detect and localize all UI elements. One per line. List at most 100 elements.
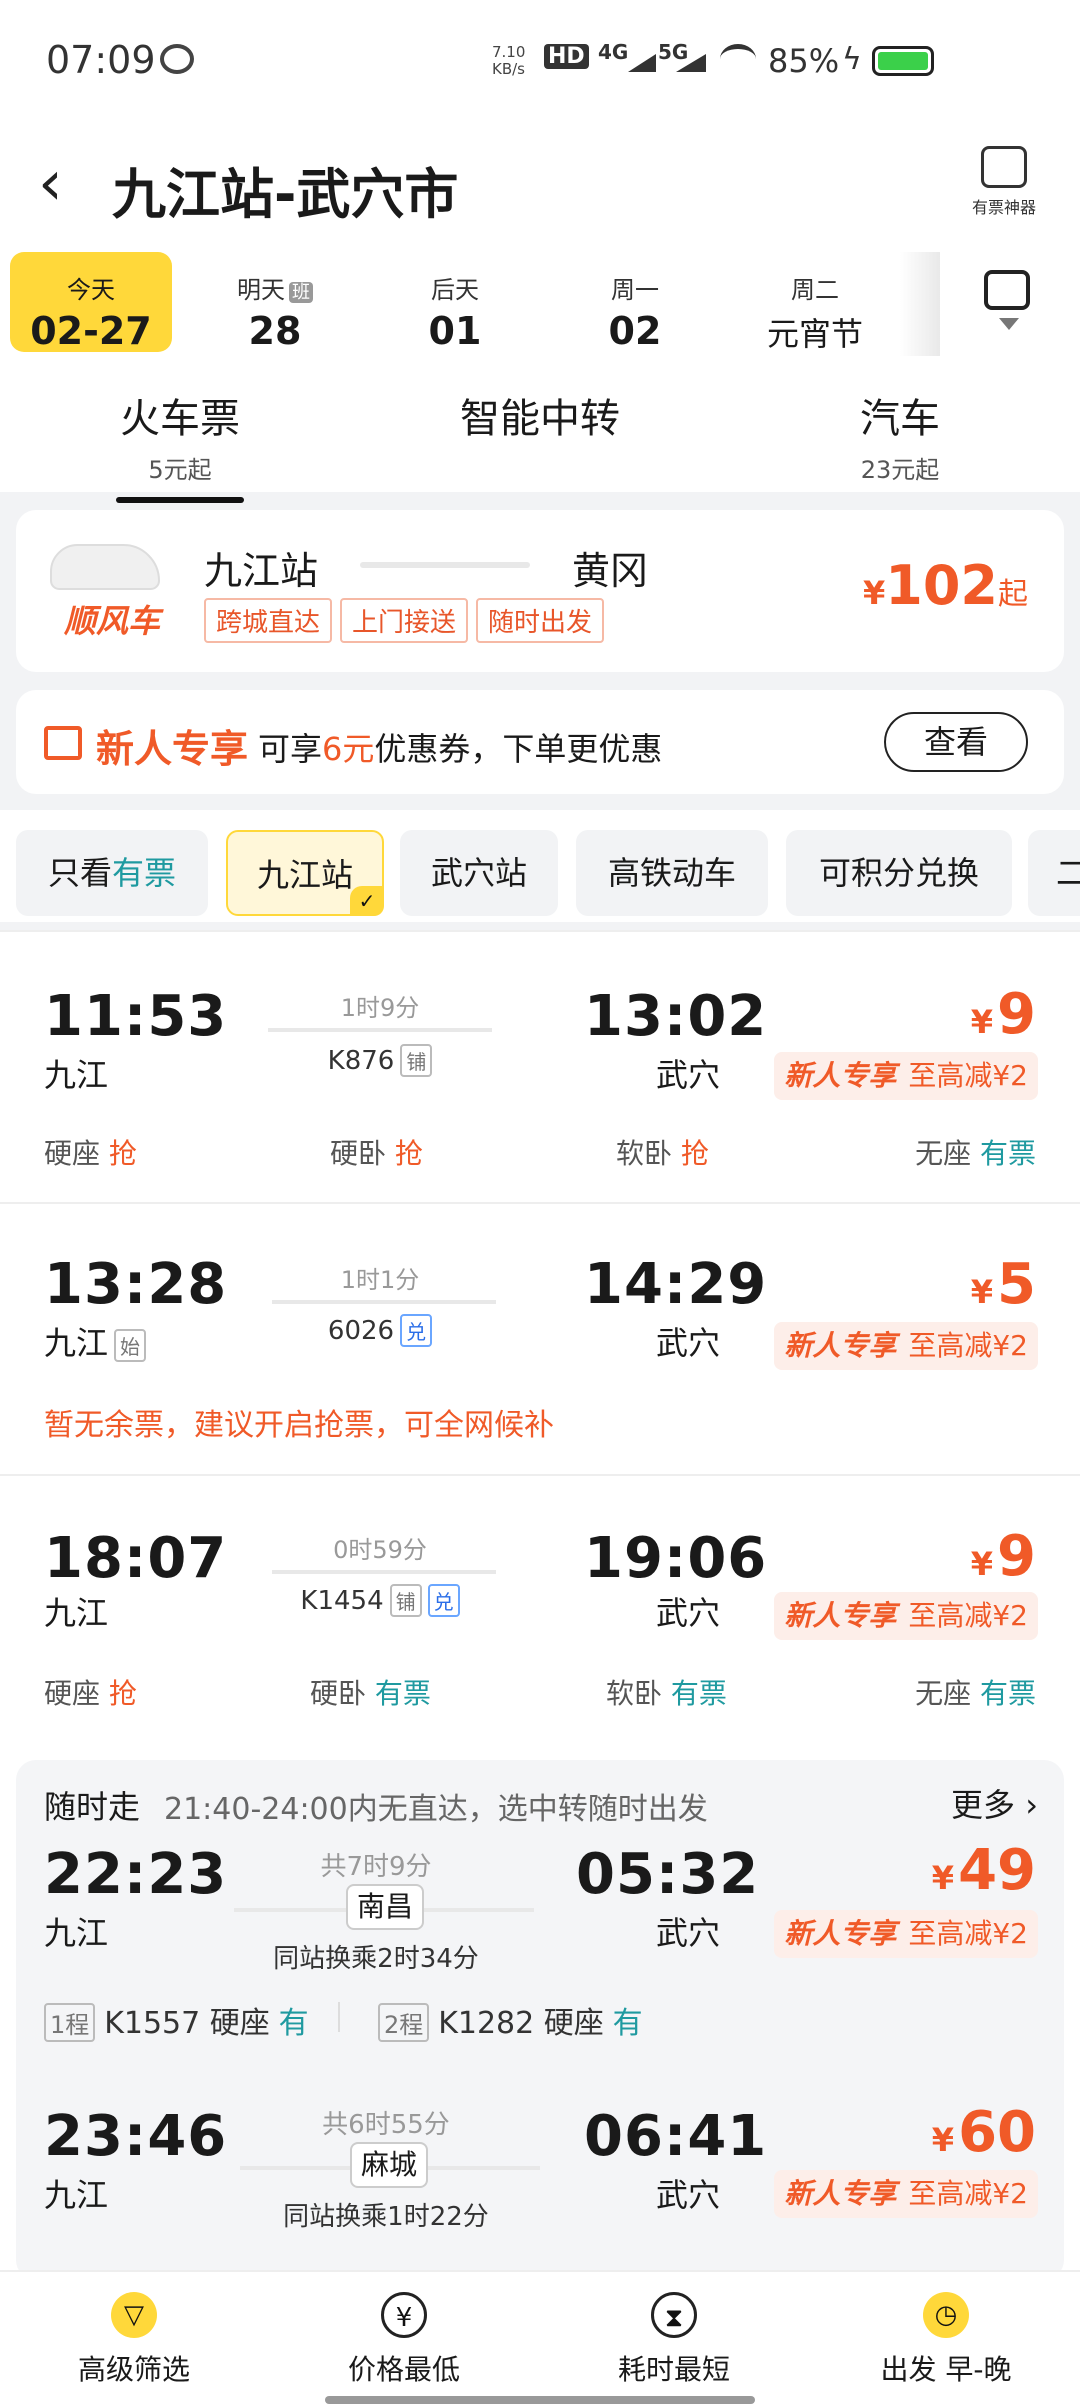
promo-title: 新人专享	[784, 1599, 897, 1632]
price-value: 60	[958, 2100, 1036, 2165]
leg-status: 有	[612, 2006, 643, 2041]
chip-label: 二	[1056, 854, 1080, 892]
date-today[interactable]: 今天 02-27	[10, 252, 172, 353]
ticket-tool-button[interactable]: 有票神器	[960, 146, 1048, 226]
price-value: 102	[885, 554, 998, 617]
seat-name: 软卧	[606, 1677, 663, 1710]
price-suffix: 起	[998, 577, 1028, 612]
price: ¥9	[970, 1524, 1036, 1589]
seat-name: 硬卧	[310, 1677, 367, 1710]
date-label: 周一	[611, 276, 659, 304]
date-tomorrow[interactable]: 明天班 28	[200, 252, 350, 353]
tab-sublabel: 5元起	[148, 456, 212, 484]
date-value: 02	[608, 309, 662, 353]
arrival-station: 武穴	[656, 1594, 721, 1632]
battery-icon	[872, 46, 934, 76]
train-row[interactable]: 18:07 九江 0时59分 K1454 铺兑 19:06 武穴 ¥9 新人专享至…	[0, 1474, 1080, 1744]
promo-text: 至高减¥2	[908, 1917, 1028, 1950]
date-label: 明天	[237, 276, 285, 304]
departure-time: 22:23	[44, 1842, 228, 1907]
train-tag: 兑	[400, 1314, 433, 1347]
train-row[interactable]: 13:28 九江始 1时1分 6026 兑 14:29 武穴 ¥5 新人专享 至高减…	[0, 1202, 1080, 1474]
arrival-station: 武穴	[656, 1914, 721, 1952]
promo-text: 至高减¥2	[908, 2177, 1028, 2210]
change-info: 同站换乘1时22分	[283, 2202, 489, 2232]
back-button[interactable]: ‹	[38, 148, 98, 218]
clock-icon: ◷	[923, 2292, 969, 2338]
departure-time: 13:28	[44, 1252, 228, 1317]
filter-high-speed[interactable]: 高铁动车	[576, 830, 768, 916]
seat-info: 硬座 抢	[44, 1672, 137, 1712]
seat-info: 硬卧 有票	[310, 1672, 431, 1712]
seat-info: 无座 有票	[915, 1132, 1036, 1172]
hd-icon: HD	[544, 44, 589, 69]
transport-tabs: 火车票 5元起 智能中转 汽车 23元起	[0, 356, 1080, 503]
price: ¥5	[970, 1252, 1036, 1317]
train-row[interactable]: 11:53 九江 1时9分 K876 铺 13:02 武穴 ¥9 新人专享 至高减¥…	[0, 930, 1080, 1202]
calendar-button[interactable]	[984, 270, 1034, 330]
seat-status: 抢	[680, 1137, 709, 1170]
chip-label: 高铁动车	[607, 854, 736, 892]
more-label: 更多	[951, 1786, 1016, 1824]
transfer-desc: 21:40-24:00内无直达，选中转随时出发	[164, 1792, 708, 1827]
train-tag: 兑	[427, 1584, 460, 1617]
train-tag: 铺	[389, 1584, 422, 1617]
signal-4g: 4G	[598, 40, 629, 64]
carpool-card[interactable]: 顺风车 九江站 黄冈 跨城直达 上门接送 随时出发 ¥102起	[16, 510, 1064, 672]
leg-tag: 2程	[378, 2003, 430, 2042]
date-tuesday[interactable]: 周二 元宵节	[740, 252, 890, 353]
carpool-tag: 跨城直达	[204, 598, 333, 643]
departure-station: 九江	[44, 1056, 109, 1094]
filter-only-available[interactable]: 只看有票	[16, 830, 208, 916]
filter-more[interactable]: 二	[1028, 830, 1080, 916]
view-button[interactable]: 查看	[884, 712, 1028, 772]
filter-icon: ▽	[111, 2292, 157, 2338]
price: ¥49	[931, 1838, 1036, 1903]
train-number-text: K876	[327, 1046, 395, 1076]
date-value: 28	[248, 309, 302, 353]
seat-status: 有票	[979, 1677, 1036, 1710]
date-day-after[interactable]: 后天 01	[380, 252, 530, 353]
seat-status: 抢	[394, 1137, 423, 1170]
filter-wuxue-station[interactable]: 武穴站	[400, 830, 558, 916]
tab-smart-transfer[interactable]: 智能中转	[440, 386, 640, 444]
promo-badge: 新人专享 至高减¥2	[774, 1322, 1038, 1370]
more-button[interactable]: 更多 ›	[951, 1780, 1038, 1826]
tab-bus[interactable]: 汽车 23元起	[820, 386, 980, 485]
departure-station: 九江	[44, 1594, 109, 1632]
sort-departure-button[interactable]: ◷ 出发 早-晚	[846, 2292, 1046, 2388]
origin-tag: 始	[114, 1329, 147, 1362]
net-speed: 7.10 KB/s	[492, 43, 526, 78]
yuan-icon: ¥	[381, 2292, 427, 2338]
leg-text: K1557 硬座	[104, 2006, 270, 2041]
duration: 1时1分	[340, 1266, 420, 1294]
chevron-left-icon: ‹	[38, 146, 63, 219]
arrival-time: 19:06	[584, 1526, 768, 1591]
date-monday[interactable]: 周一 02	[560, 252, 710, 353]
newuser-text: 可享	[258, 730, 323, 768]
sort-price-button[interactable]: ¥ 价格最低	[304, 2292, 504, 2388]
sort-duration-button[interactable]: ⧗ 耗时最短	[574, 2292, 774, 2388]
tab-train[interactable]: 火车票 5元起	[100, 386, 260, 503]
transfer-title: 随时走	[44, 1788, 141, 1826]
toolbar-label: 耗时最短	[617, 2353, 730, 2386]
newuser-banner[interactable]: 新人专享 可享6元优惠券，下单更优惠 查看	[16, 690, 1064, 794]
leg-info: 2程 K1282 硬座 有	[378, 1998, 643, 2042]
transfer-item[interactable]: 22:23 九江 共7时9分 南昌 同站换乘2时34分 05:32 武穴 ¥49…	[16, 1830, 1064, 2070]
transfer-item[interactable]: 23:46 九江 共6时55分 麻城 同站换乘1时22分 06:41 武穴 ¥6…	[16, 2090, 1064, 2280]
departure-station: 九江始	[44, 1318, 147, 1364]
promo-badge: 新人专享 至高减¥2	[774, 1052, 1038, 1100]
filter-points[interactable]: 可积分兑换	[786, 830, 1012, 916]
date-label: 周二	[791, 276, 839, 304]
advanced-filter-button[interactable]: ▽ 高级筛选	[34, 2292, 234, 2388]
arrival-time: 05:32	[576, 1842, 760, 1907]
carpool-tag: 随时出发	[476, 598, 605, 643]
seat-status: 有票	[979, 1137, 1036, 1170]
seat-name: 硬卧	[330, 1137, 387, 1170]
newuser-amount: 6元	[322, 730, 375, 768]
promo-title: 新人专享	[784, 1329, 897, 1362]
seat-info: 无座 有票	[915, 1672, 1036, 1712]
train-number: K876 铺	[270, 1044, 490, 1077]
filter-jiujiang-station[interactable]: 九江站 ✓	[226, 830, 384, 916]
train-number-text: 6026	[327, 1316, 395, 1346]
